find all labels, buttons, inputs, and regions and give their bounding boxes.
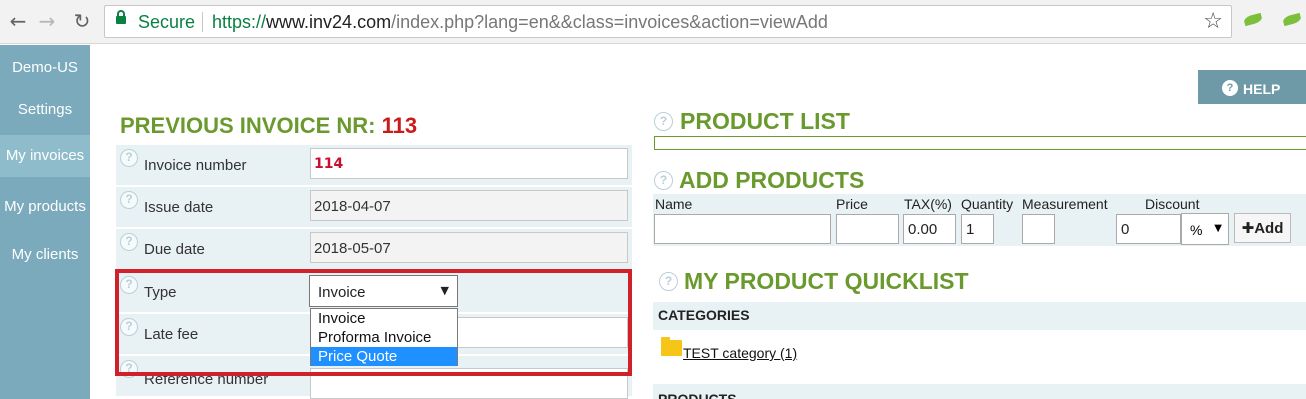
highlight-frame — [115, 269, 632, 376]
folder-icon — [661, 337, 682, 356]
back-arrow-icon[interactable]: ← — [6, 9, 30, 33]
product-name-input[interactable] — [654, 214, 831, 244]
add-button-label: Add — [1254, 220, 1284, 237]
url-host: www.inv24.com — [266, 12, 392, 32]
sidebar-item-demo-us[interactable]: Demo-US — [0, 59, 90, 76]
sidebar: Demo-US Settings My invoices My products… — [0, 45, 90, 399]
help-button-label: HELP — [1243, 81, 1281, 97]
extension-leaf-icon-2[interactable] — [1281, 11, 1303, 29]
issue-date-input[interactable]: 2018-04-07 — [310, 190, 628, 221]
url-text[interactable]: https://www.inv24.com/index.php?lang=en&… — [212, 12, 828, 33]
sidebar-item-my-products[interactable]: My products — [0, 198, 90, 215]
help-question-icon[interactable]: ? — [654, 171, 673, 190]
sidebar-item-settings[interactable]: Settings — [0, 101, 90, 118]
product-discount-input[interactable]: 0 — [1116, 214, 1181, 244]
invoice-number-label: Invoice number — [144, 157, 247, 174]
issue-date-row: ? Issue date 2018-04-07 — [116, 187, 632, 227]
name-column-label: Name — [655, 196, 693, 212]
measurement-column-label: Measurement — [1022, 196, 1108, 212]
quantity-column-label: Quantity — [961, 196, 1014, 212]
invoice-number-input[interactable]: 114 — [310, 148, 628, 179]
previous-invoice-number: 113 — [381, 113, 418, 138]
secure-label: Secure — [138, 12, 196, 32]
product-list-table — [654, 136, 1306, 150]
browser-toolbar: ← → ↻ Secure https://www.inv24.com/index… — [0, 0, 1306, 44]
dropdown-arrow-icon: ▼ — [1214, 223, 1222, 234]
discount-unit-value: % — [1190, 222, 1203, 238]
extension-leaf-icon[interactable] — [1242, 11, 1264, 29]
add-product-button[interactable]: ✚Add — [1234, 213, 1291, 243]
address-divider — [202, 12, 203, 32]
bookmark-star-icon[interactable]: ☆ — [1203, 9, 1223, 34]
help-question-icon: ? — [1222, 80, 1238, 96]
due-date-input[interactable]: 2018-05-07 — [310, 232, 628, 263]
add-products-title: ADD PRODUCTS — [679, 167, 865, 193]
sidebar-item-my-invoices[interactable]: My invoices — [0, 135, 90, 177]
lock-icon — [116, 10, 126, 24]
discount-column-label: Discount — [1145, 196, 1200, 212]
discount-unit-select[interactable]: % ▼ — [1181, 213, 1229, 245]
help-question-icon[interactable]: ? — [120, 233, 138, 251]
invoice-number-row: ? Invoice number 114 — [116, 145, 632, 185]
sidebar-item-my-clients[interactable]: My clients — [0, 246, 90, 263]
price-column-label: Price — [836, 196, 868, 212]
category-link-test[interactable]: TEST category (1) — [683, 345, 797, 361]
add-products-panel: Name Price TAX(%) Quantity Measurement D… — [653, 194, 1306, 246]
help-question-icon[interactable]: ? — [120, 191, 138, 209]
due-date-label: Due date — [144, 241, 205, 258]
help-question-icon[interactable]: ? — [120, 149, 138, 167]
help-question-icon[interactable]: ? — [654, 112, 673, 131]
quicklist-title: MY PRODUCT QUICKLIST — [684, 268, 969, 294]
product-quantity-input[interactable]: 1 — [961, 214, 994, 244]
previous-invoice-label: PREVIOUS INVOICE NR: — [120, 113, 376, 138]
categories-header: CATEGORIES — [653, 302, 1306, 330]
plus-icon: ✚ — [1241, 219, 1255, 237]
due-date-row: ? Due date 2018-05-07 — [116, 229, 632, 269]
reload-icon[interactable]: ↻ — [70, 9, 94, 33]
product-list-title: PRODUCT LIST — [680, 108, 850, 134]
forward-arrow-icon[interactable]: → — [35, 9, 59, 33]
tax-column-label: TAX(%) — [904, 196, 952, 212]
url-path: /index.php?lang=en&&class=invoices&actio… — [391, 12, 828, 32]
issue-date-label: Issue date — [144, 199, 214, 216]
previous-invoice-title: PREVIOUS INVOICE NR: 113 — [120, 113, 417, 139]
product-price-input[interactable] — [836, 214, 899, 244]
product-tax-input[interactable]: 0.00 — [903, 214, 956, 244]
address-bar[interactable]: Secure https://www.inv24.com/index.php?l… — [104, 5, 1232, 38]
products-header: PRODUCTS — [653, 384, 1306, 399]
help-button[interactable]: ? HELP — [1198, 70, 1306, 104]
product-measurement-input[interactable] — [1022, 214, 1055, 244]
url-scheme: https:// — [212, 12, 267, 32]
help-question-icon[interactable]: ? — [659, 272, 678, 291]
